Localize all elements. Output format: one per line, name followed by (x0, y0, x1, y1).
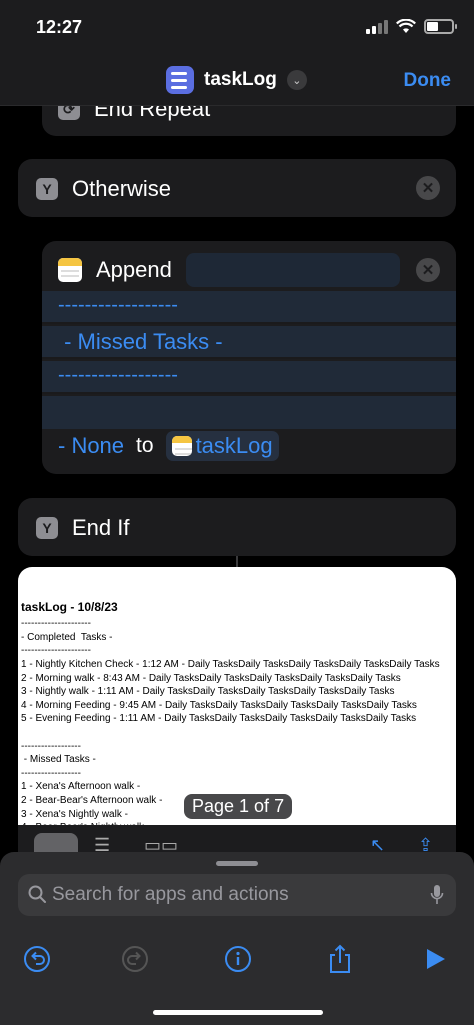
redo-button[interactable] (120, 944, 150, 974)
cellular-signal-icon (366, 19, 388, 34)
otherwise-action[interactable]: Y Otherwise ✕ (18, 159, 456, 217)
append-text-field-header[interactable] (186, 253, 400, 287)
action-search-sheet (0, 852, 474, 1025)
undo-icon (24, 946, 50, 972)
preview-title: taskLog - 10/8/23 (21, 599, 118, 614)
end-if-action[interactable]: Y End If (18, 498, 456, 556)
share-icon (330, 944, 350, 973)
close-icon[interactable]: ✕ (416, 258, 440, 282)
info-icon (225, 946, 251, 972)
done-button[interactable]: Done (404, 70, 452, 92)
target-variable-tasklog[interactable]: taskLog (165, 431, 279, 461)
to-label: to (136, 434, 154, 457)
page-indicator: Page 1 of 7 (184, 794, 293, 819)
input-variable-none[interactable]: - None (58, 433, 124, 459)
editor-toolbar (0, 934, 474, 984)
shortcut-title: taskLog (204, 69, 277, 90)
chevron-down-icon[interactable]: ⌄ (286, 70, 307, 90)
search-icon (28, 885, 46, 903)
search-box[interactable] (18, 874, 456, 916)
play-icon (427, 949, 445, 969)
battery-icon (424, 19, 457, 34)
branch-icon: Y (36, 517, 58, 539)
append-line: - Missed Tasks - (42, 326, 456, 359)
notes-icon (58, 258, 82, 282)
status-time: 12:27 (36, 17, 83, 37)
microphone-icon[interactable] (430, 884, 444, 906)
sheet-grabber[interactable] (216, 861, 258, 866)
append-line: ------------------ (42, 291, 456, 324)
end-if-label: End If (72, 515, 130, 540)
append-line (42, 396, 456, 429)
append-text-area[interactable]: ------------------ - Missed Tasks - ----… (42, 291, 456, 429)
search-input[interactable] (52, 874, 412, 916)
home-indicator (153, 1010, 323, 1015)
redo-icon (122, 946, 148, 972)
nav-bar-backdrop: taskLog ⌄ Done (0, 56, 474, 106)
branch-icon: Y (36, 178, 58, 200)
status-icons (366, 19, 457, 34)
run-button[interactable] (420, 944, 450, 974)
otherwise-label: Otherwise (72, 176, 172, 201)
share-button[interactable] (325, 944, 355, 974)
append-action[interactable]: Append ✕ ------------------ - Missed Tas… (42, 241, 456, 474)
notes-icon (171, 436, 192, 456)
undo-button[interactable] (22, 944, 52, 974)
connector-line (236, 556, 238, 567)
close-icon[interactable]: ✕ (416, 176, 440, 200)
status-bar: 12:27 (0, 0, 474, 56)
info-button[interactable] (223, 944, 253, 974)
wifi-icon (396, 19, 416, 33)
append-label: Append (96, 257, 172, 282)
shortcut-title-menu-overlay[interactable]: taskLog ⌄ (166, 66, 307, 94)
append-line: ------------------ (42, 361, 456, 394)
shortcuts-app-icon (166, 66, 194, 94)
